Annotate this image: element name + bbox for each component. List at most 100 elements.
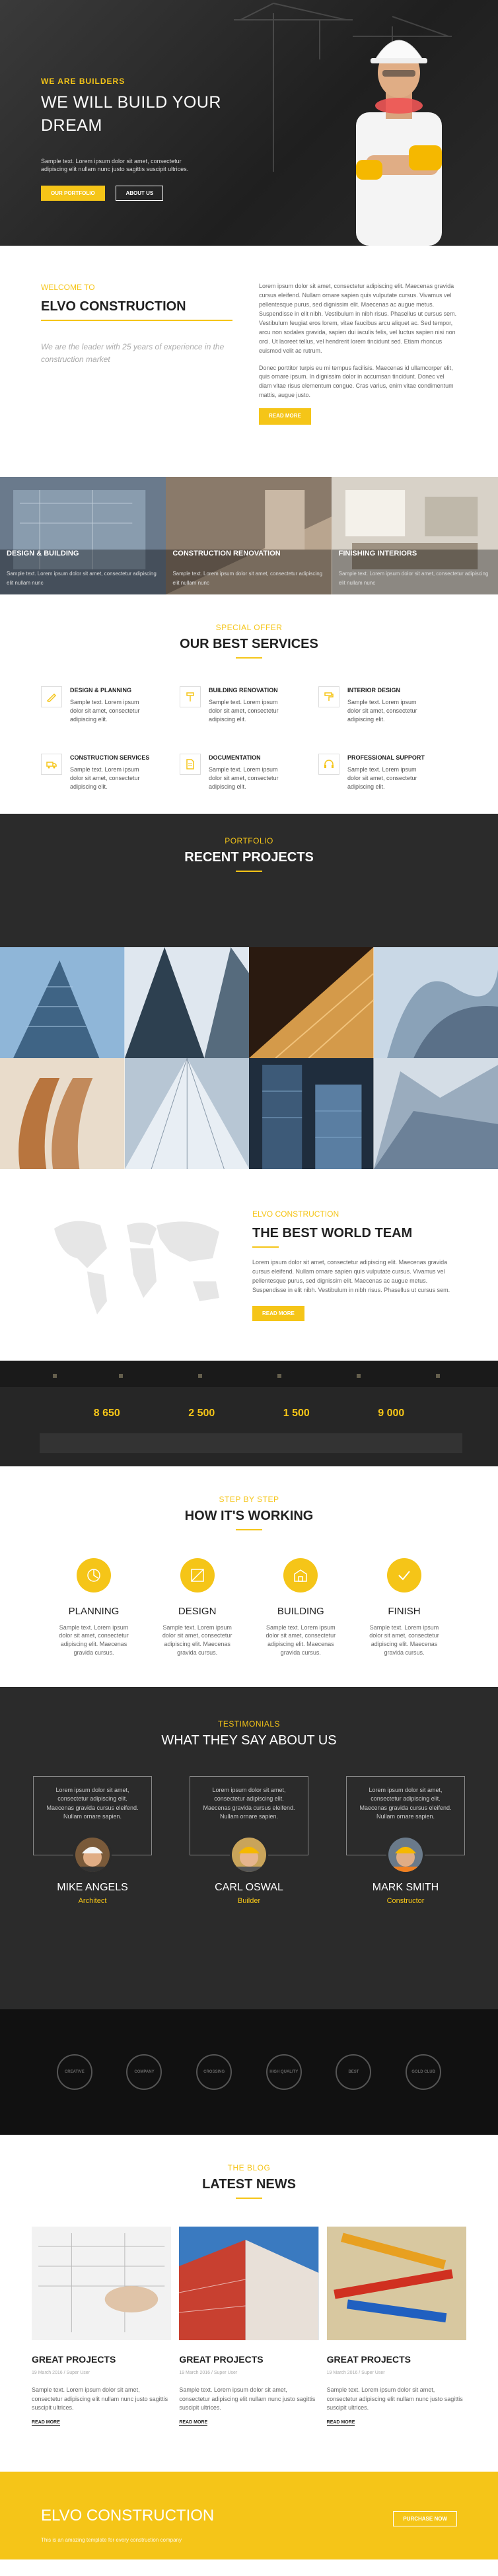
service-item[interactable]: DESIGN & PLANNING Sample text. Lorem ipsu… [41,686,180,725]
blog-image[interactable] [32,2226,172,2340]
service-text: Sample text. Lorem ipsum dolor sit amet,… [70,699,140,723]
testimonials-sub: TESTIMONIALS [217,1719,280,1729]
welcome-read-more-button[interactable]: READ MORE [259,408,311,425]
paint-roller-icon [318,686,339,707]
feature-card[interactable]: FINISHING INTERIORS Sample text. Lorem ip… [332,477,498,594]
testimonial-card: Lorem ipsum dolor sit amet, consectetur … [346,1775,465,1907]
testimonial-name: CARL OSWAL [215,1881,283,1893]
post-title[interactable]: GREAT PROJECTS [327,2353,466,2367]
stat-number: 9 000 [378,1407,405,1419]
service-item[interactable]: BUILDING RENOVATION Sample text. Lorem ip… [180,686,318,725]
hammer-icon [180,686,201,707]
welcome-title: ELVO CONSTRUCTION [41,299,186,314]
services-sub: SPECIAL OFFER [215,623,283,632]
post-meta: 19 March 2016 / Super User [326,2371,385,2376]
service-text: Sample text. Lorem ipsum dolor sit amet,… [347,766,417,791]
feature-title: CONSTRUCTION RENOVATION [172,549,281,557]
step-title: PLANNING [68,1605,120,1617]
project-image[interactable] [249,1058,374,1169]
step-title: BUILDING [277,1605,324,1617]
service-item[interactable]: PROFESSIONAL SUPPORT Sample text. Lorem i… [318,753,457,792]
testimonial-role: Architect [78,1897,107,1906]
project-image[interactable] [124,947,249,1058]
hero-eyebrow: WE ARE BUILDERS [41,77,125,86]
project-image[interactable] [373,947,498,1058]
service-item[interactable]: INTERIOR DESIGN Sample text. Lorem ipsum … [318,686,457,725]
portfolio-button[interactable]: OUR PORTFOLIO [41,185,105,201]
partner-logo[interactable]: HIGH QUALITY [266,2054,302,2090]
portfolio-title: RECENT PROJECTS [184,849,314,865]
portfolio-header: PORTFOLIO RECENT PROJECTS [0,814,498,947]
welcome-paragraph-1: Lorem ipsum dolor sit amet, consectetur … [259,283,457,354]
purchase-button[interactable]: PURCHASE NOW [393,2511,457,2527]
title-underline [41,319,232,321]
worker-image [356,40,442,246]
feature-text: Sample text. Lorem ipsum dolor sit amet,… [172,571,323,586]
title-underline [236,1528,262,1530]
read-more-link[interactable]: READ MORE [179,2419,208,2427]
planning-icon [77,1557,111,1592]
blog-image[interactable] [326,2226,466,2340]
project-image[interactable] [124,1058,249,1169]
service-text: Sample text. Lorem ipsum dolor sit amet,… [347,699,417,723]
read-more-link[interactable]: READ MORE [32,2419,60,2427]
headset-icon [318,753,339,775]
project-image[interactable] [249,947,374,1058]
design-icon [180,1557,215,1592]
testimonial-name: MARK SMITH [372,1881,439,1893]
project-image[interactable] [0,947,125,1058]
post-excerpt: Sample text. Lorem ipsum dolor sit amet,… [32,2386,168,2412]
post-title[interactable]: GREAT PROJECTS [179,2353,318,2367]
service-title: DOCUMENTATION [209,754,261,761]
project-image[interactable] [0,1058,125,1169]
team-text: Lorem ipsum dolor sit amet, consectetur … [252,1258,450,1293]
document-icon [180,753,201,775]
partner-logo[interactable]: GOLD CLUB [406,2054,442,2090]
title-underline [252,1246,279,1248]
partner-logo[interactable]: BEST [336,2054,372,2090]
partner-logo[interactable]: CREATIVE [56,2054,92,2090]
hero-section: WE ARE BUILDERS WE WILL BUILD YOUR DREAM… [0,0,498,246]
team-sub: ELVO CONSTRUCTION [252,1209,339,1219]
steps-sub: STEP BY STEP [219,1495,279,1504]
service-item[interactable]: DOCUMENTATION Sample text. Lorem ipsum do… [180,753,318,792]
feature-images: DESIGN & BUILDING Sample text. Lorem ipsu… [0,477,498,594]
truck-icon [41,753,62,775]
feature-card[interactable]: DESIGN & BUILDING Sample text. Lorem ipsu… [0,477,166,594]
service-text: Sample text. Lorem ipsum dolor sit amet,… [209,766,279,791]
pencil-ruler-icon [41,686,62,707]
post-title[interactable]: GREAT PROJECTS [32,2353,171,2367]
step-text: Sample text. Lorem ipsum dolor sit amet,… [162,1624,232,1656]
feature-card[interactable]: CONSTRUCTION RENOVATION Sample text. Lore… [166,477,332,594]
partner-logo[interactable]: COMPANY [126,2054,162,2090]
feature-text: Sample text. Lorem ipsum dolor sit amet,… [7,571,157,586]
service-title: CONSTRUCTION SERVICES [70,754,150,761]
footer-cta: ELVO CONSTRUCTION This is an amazing tem… [0,2472,498,2559]
service-title: PROFESSIONAL SUPPORT [347,754,425,761]
stat-number: 1 500 [283,1407,310,1419]
title-underline [236,657,262,659]
step-item: BUILDING Sample text. Lorem ipsum dolor … [261,1557,340,1657]
title-underline [236,870,262,872]
read-more-link[interactable]: READ MORE [326,2419,355,2427]
blog-post: GREAT PROJECTS 19 March 2016 / Super Use… [32,2226,172,2427]
testimonial-card: Lorem ipsum dolor sit amet, consectetur … [33,1775,152,1907]
hero-text: Sample text. Lorem ipsum dolor sit amet,… [41,157,189,173]
office-background-image [0,1361,498,1466]
partner-logo[interactable]: CROSSING [196,2054,232,2090]
service-item[interactable]: CONSTRUCTION SERVICES Sample text. Lorem … [41,753,180,792]
stat-number: 2 500 [188,1407,215,1419]
project-image[interactable] [373,1058,498,1169]
world-map-image [54,1221,219,1314]
steps-title: HOW IT'S WORKING [184,1508,314,1523]
testimonials-title: WHAT THEY SAY ABOUT US [161,1733,337,1748]
about-button[interactable]: ABOUT US [116,185,164,201]
team-read-more-button[interactable]: READ MORE [252,1305,304,1321]
post-excerpt: Sample text. Lorem ipsum dolor sit amet,… [179,2386,316,2412]
blog-image[interactable] [179,2226,319,2340]
service-title: INTERIOR DESIGN [347,686,401,694]
welcome-section: WELCOME TO ELVO CONSTRUCTION We are the … [0,246,498,477]
building-icon [283,1557,318,1592]
feature-title: FINISHING INTERIORS [338,549,417,557]
steps-section: STEP BY STEP HOW IT'S WORKING PLANNING S… [0,1466,498,1687]
